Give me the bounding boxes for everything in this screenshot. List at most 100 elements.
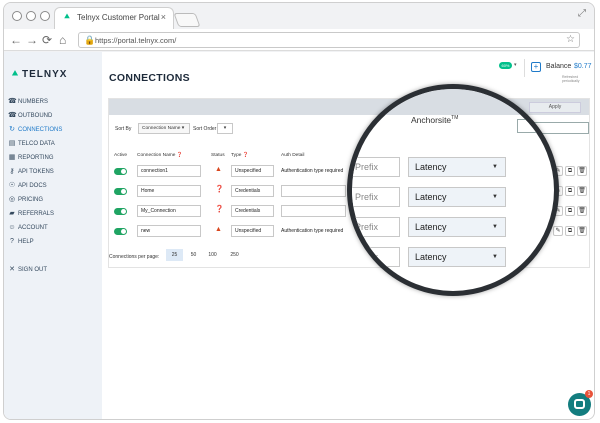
delete-icon[interactable]: 🗑: [577, 226, 587, 236]
divider: [524, 59, 525, 77]
window-close-dot[interactable]: [12, 11, 22, 21]
copy-icon[interactable]: ⧉: [565, 186, 575, 196]
anchorsite-select[interactable]: Latency ▼: [408, 157, 506, 177]
chat-bubble-icon: [574, 399, 585, 409]
sidebar: ⯅ TELNYX ☎ NUMBERS ☎ OUTBOUND ↻ CONNECTIONS …: [4, 52, 102, 419]
sidebar-item-account[interactable]: ☺ ACCOUNT: [4, 222, 102, 234]
active-toggle[interactable]: [114, 228, 127, 235]
column-header-status: Status: [211, 153, 225, 158]
active-toggle[interactable]: [114, 168, 127, 175]
anchorsite-select[interactable]: Latency ▼: [408, 247, 506, 267]
anchorsite-select[interactable]: Latency ▼: [408, 217, 506, 237]
sidebar-item-api-docs[interactable]: ☉ API DOCS: [4, 180, 102, 192]
tab-bar: ⯅ Telnyx Customer Portal × ⤢: [4, 3, 594, 29]
sidebar-item-api-tokens[interactable]: ⚷ API TOKENS: [4, 166, 102, 178]
auth-detail-field[interactable]: [281, 205, 346, 217]
edit-icon[interactable]: ✎: [553, 226, 563, 236]
sidebar-item-pricing[interactable]: ◎ PRICING: [4, 194, 102, 206]
per-page-option-25[interactable]: 25: [166, 249, 183, 261]
delete-icon[interactable]: 🗑: [577, 206, 587, 216]
prefix-input[interactable]: Prefix: [352, 187, 400, 207]
type-field[interactable]: Unspecified: [231, 165, 274, 177]
sidebar-item-numbers[interactable]: ☎ NUMBERS: [4, 96, 102, 108]
sidebar-item-referrals[interactable]: ▰ REFERRALS: [4, 208, 102, 220]
window-maximize-dot[interactable]: [40, 11, 50, 21]
sign-out-icon: ✕: [9, 266, 15, 273]
url-text: https://portal.telnyx.com/: [95, 36, 177, 45]
brand-logo[interactable]: ⯅ TELNYX: [11, 69, 67, 80]
copy-icon[interactable]: ⧉: [565, 166, 575, 176]
sidebar-item-reporting[interactable]: ▦ REPORTING: [4, 152, 102, 164]
connection-name-field[interactable]: new: [137, 225, 201, 237]
browser-toolbar: ← → ⟳ ⌂ 🔒 https://portal.telnyx.com/ ☆: [4, 29, 594, 51]
chevron-down-icon[interactable]: ▾: [514, 62, 517, 68]
per-page-option-250[interactable]: 250: [226, 249, 243, 261]
per-page-option-100[interactable]: 100: [204, 249, 221, 261]
active-toggle[interactable]: [114, 208, 127, 215]
question-icon: ❓: [215, 186, 224, 193]
type-field[interactable]: Unspecified: [231, 225, 274, 237]
add-balance-button[interactable]: +: [531, 62, 541, 72]
sidebar-item-connections[interactable]: ↻ CONNECTIONS: [4, 124, 102, 136]
prefix-input[interactable]: Prefix: [352, 157, 400, 177]
home-icon[interactable]: ⌂: [59, 32, 66, 48]
balance-label: Balance: [546, 63, 572, 70]
sidebar-item-telco-data[interactable]: ▤ TELCO DATA: [4, 138, 102, 150]
trademark: TM: [451, 115, 459, 122]
delete-icon[interactable]: 🗑: [577, 186, 587, 196]
connections-icon: ↻: [9, 126, 15, 133]
tab-close-icon[interactable]: ×: [161, 12, 166, 22]
sidebar-item-label: API DOCS: [18, 183, 47, 189]
address-bar[interactable]: 🔒 https://portal.telnyx.com/ ☆: [78, 32, 580, 48]
prefix-input[interactable]: Prefix: [352, 217, 400, 237]
type-field[interactable]: Credentials: [231, 205, 274, 217]
sidebar-item-sign-out[interactable]: ✕ SIGN OUT: [4, 264, 102, 276]
referrals-icon: ▰: [9, 210, 15, 217]
window-minimize-dot[interactable]: [26, 11, 36, 21]
help-icon: ?: [10, 238, 14, 245]
lens-filter-input[interactable]: [517, 119, 554, 133]
connection-name-field[interactable]: connection1: [137, 165, 201, 177]
sidebar-item-label: CONNECTIONS: [18, 127, 63, 133]
sidebar-item-label: OUTBOUND: [18, 113, 53, 119]
copy-icon[interactable]: ⧉: [565, 226, 575, 236]
sidebar-item-outbound[interactable]: ☎ OUTBOUND: [4, 110, 102, 122]
warning-icon: ▲: [215, 166, 222, 173]
key-icon: ⚷: [9, 168, 15, 175]
bookmark-star-icon[interactable]: ☆: [566, 34, 575, 45]
auth-detail: Authentication type required: [281, 168, 344, 174]
column-header-name: Connection Name ❓: [137, 153, 183, 158]
per-page-option-50[interactable]: 50: [185, 249, 202, 261]
sidebar-item-label: PRICING: [18, 197, 44, 203]
type-field[interactable]: Credentials: [231, 185, 274, 197]
connection-name-field[interactable]: Home: [137, 185, 201, 197]
anchorsite-select[interactable]: Latency ▼: [408, 187, 506, 207]
magnifier-lens: AnchorsiteTM Prefix Latency ▼ Prefix Late…: [347, 84, 559, 296]
chat-launcher-button[interactable]: 1: [568, 390, 593, 416]
page-title: CONNECTIONS: [109, 72, 190, 84]
sort-by-select[interactable]: Connection Name ▾: [138, 123, 190, 134]
usage-pill[interactable]: 60%: [499, 62, 512, 69]
sidebar-item-help[interactable]: ? HELP: [4, 236, 102, 248]
telco-data-icon: ▤: [8, 140, 16, 147]
caret-down-icon: ▼: [492, 164, 498, 170]
connection-name-field[interactable]: My_Connection: [137, 205, 201, 217]
active-toggle[interactable]: [114, 188, 127, 195]
caret-down-icon: ▼: [492, 194, 498, 200]
sort-order-select[interactable]: ▾: [217, 123, 233, 134]
brand-name: TELNYX: [22, 69, 68, 80]
lock-icon: 🔒: [84, 35, 96, 45]
back-icon[interactable]: ←: [10, 32, 22, 48]
browser-tab[interactable]: ⯅ Telnyx Customer Portal ×: [54, 7, 174, 29]
delete-icon[interactable]: 🗑: [577, 166, 587, 176]
copy-icon[interactable]: ⧉: [565, 206, 575, 216]
reload-icon[interactable]: ⟳: [42, 32, 52, 48]
prefix-input[interactable]: Prefix: [352, 247, 400, 267]
phone-icon: ☎: [8, 98, 17, 105]
column-header-type: Type ❓: [231, 153, 249, 158]
docs-icon: ☉: [8, 182, 16, 189]
expand-icon[interactable]: ⤢: [578, 8, 586, 19]
new-tab-button[interactable]: [173, 13, 201, 27]
auth-detail-field[interactable]: [281, 185, 346, 197]
forward-icon[interactable]: →: [26, 32, 38, 48]
